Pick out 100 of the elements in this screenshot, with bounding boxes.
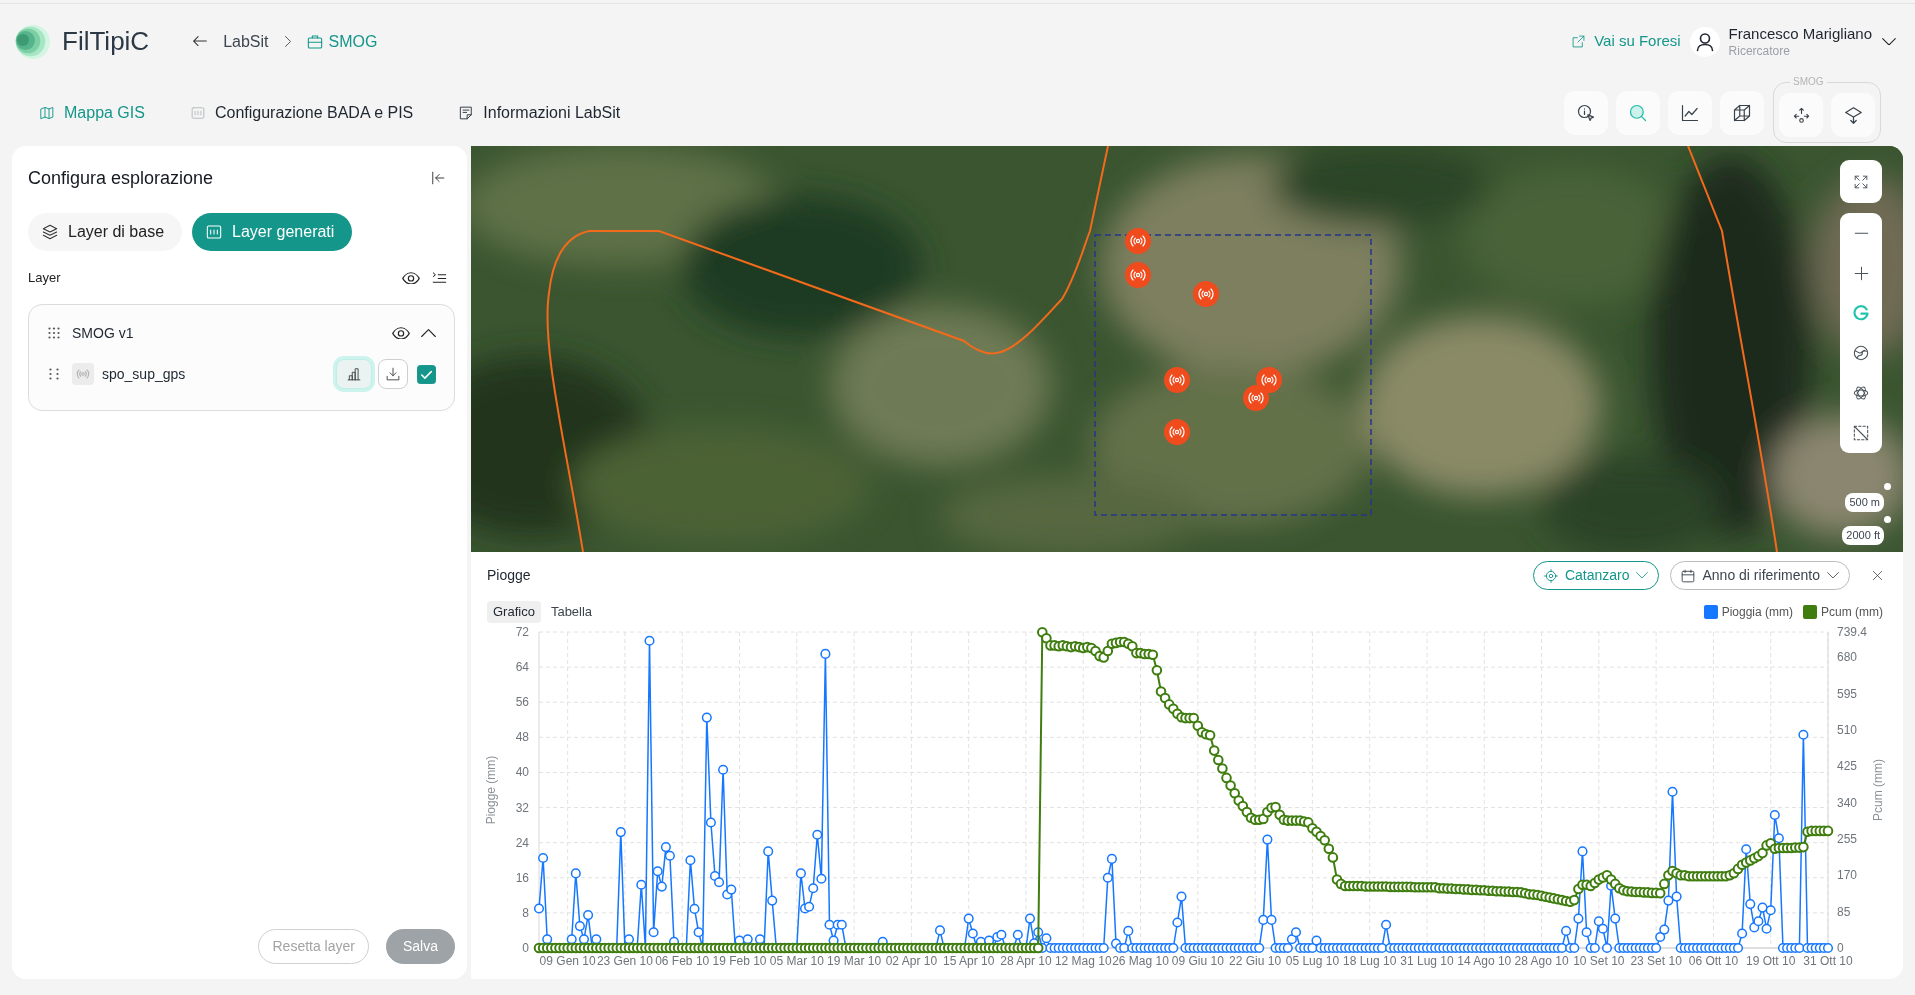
chevron-down-icon (1827, 572, 1839, 579)
axis-tick-label: 85 (1837, 904, 1851, 919)
axis-tick-label: 28 Ago 10 (1514, 954, 1569, 968)
axis-tick-label: 14 Ago 10 (1457, 954, 1512, 968)
chevron-right-icon (284, 36, 291, 47)
layer-download-icon (1844, 106, 1862, 124)
line-chart-icon (1681, 103, 1699, 122)
layer-group-name: SMOG v1 (71, 323, 134, 343)
back-arrow-icon[interactable] (193, 36, 208, 47)
close-icon[interactable] (1872, 570, 1883, 581)
app-name: FilTipiC (62, 25, 150, 58)
tool-button[interactable] (1668, 90, 1712, 135)
bar-chart-icon (347, 367, 361, 381)
axis-tick-label: 05 Mar 10 (769, 954, 824, 968)
axis-tick-label: 15 Apr 10 (943, 954, 995, 968)
external-link-icon (1572, 35, 1586, 48)
axis-tick-label: 06 Ott 10 (1688, 954, 1739, 968)
search-icon (1629, 103, 1647, 122)
panel-icon (206, 224, 223, 240)
axis-tick-label: 02 Apr 10 (885, 954, 938, 968)
download-icon (386, 367, 400, 381)
axis-tick-label: 09 Gen 10 (539, 954, 596, 968)
section-label: Layer (28, 269, 61, 288)
chevron-up-icon[interactable] (421, 328, 436, 338)
user-avatar-icon[interactable] (1689, 26, 1720, 57)
calendar-icon (1681, 568, 1696, 583)
list-indent-icon[interactable] (432, 270, 447, 286)
axis-title: Pcum (mm) (1871, 759, 1885, 821)
axis-tick-label: 10 Set 10 (1573, 954, 1625, 968)
axis-tick-label: 18 Lug 10 (1343, 954, 1397, 968)
eye-icon[interactable] (392, 326, 410, 340)
axis-tick-label: 31 Lug 10 (1400, 954, 1454, 968)
axis-tick-label: 595 (1837, 686, 1858, 701)
axis-tick-label: 05 Lug 10 (1285, 954, 1340, 968)
tool-button[interactable] (1831, 93, 1875, 137)
scale-label: 500 m (1845, 493, 1884, 512)
drag-handle-icon[interactable] (49, 368, 59, 380)
filter-dropdown[interactable]: Anno di riferimento (1670, 561, 1850, 590)
user-role: Ricercatore (1728, 42, 1791, 59)
axis-tick-label: 48 (515, 730, 529, 745)
axis-tick-label: 16 (515, 870, 529, 885)
user-name: Francesco Marigliano (1728, 24, 1872, 43)
legend-label: Pioggia (mm) (1721, 604, 1793, 621)
axis-tick-label: 170 (1837, 868, 1858, 883)
axis-tick-label: 24 (515, 835, 529, 850)
axis-tick-label: 64 (515, 660, 529, 675)
eye-icon[interactable] (402, 271, 420, 285)
tool-button[interactable] (1720, 90, 1764, 135)
axis-tick-label: 32 (515, 800, 529, 815)
chevron-down-icon[interactable] (1882, 37, 1896, 46)
location-icon (1543, 568, 1558, 583)
axis-tick-label: 56 (515, 695, 529, 710)
legend-label: Pcum (mm) (1821, 604, 1883, 621)
axis-tick-label: 09 Giu 10 (1171, 954, 1224, 968)
axis-tick-label: 510 (1837, 723, 1858, 738)
chevron-down-icon (1636, 572, 1649, 579)
panel-title: Configura esplorazione (28, 167, 214, 190)
axis-tick-label: 739.4 (1837, 625, 1868, 639)
axis-tick-label: 72 (515, 625, 529, 639)
info-cursor-icon (1577, 103, 1595, 122)
axis-tick-label: 26 Mag 10 (1112, 954, 1169, 968)
panel-title: Piogge (487, 566, 531, 585)
tool-group-label: SMOG (1790, 76, 1827, 88)
scale-label: 2000 ft (1842, 526, 1884, 545)
layers-icon (42, 224, 58, 240)
sensor-icon (72, 363, 94, 385)
breadcrumb-link[interactable]: LabSit (223, 29, 269, 54)
view-tab[interactable]: Tabella (544, 601, 599, 623)
filter-dropdown[interactable]: Catanzaro (1532, 561, 1660, 590)
axis-tick-label: 425 (1837, 759, 1858, 774)
axis-tick-label: 680 (1837, 650, 1858, 665)
tool-button[interactable] (1564, 90, 1608, 135)
axis-tick-label: 0 (522, 941, 529, 955)
axis-tick-label: 40 (515, 765, 529, 780)
axis-tick-label: 23 Set 10 (1630, 954, 1682, 968)
axis-tick-label: 23 Gen 10 (596, 954, 653, 968)
axis-tick-label: 22 Giu 10 (1229, 954, 1282, 968)
nav-tab[interactable]: Configurazione BADA e PIS (190, 100, 414, 125)
axis-tick-label: 31 Ott 10 (1803, 954, 1853, 968)
layer-name: spo_sup_gps (102, 364, 186, 384)
view-tab[interactable]: Grafico (487, 601, 541, 623)
drag-handle-icon[interactable] (48, 327, 60, 339)
axis-tick-label: 19 Mar 10 (827, 954, 882, 968)
axis-title: Piogge (mm) (484, 755, 498, 825)
segment-button[interactable]: Layer generati (192, 213, 353, 251)
chart-toggle-button[interactable] (336, 359, 372, 389)
axis-tick-label: 19 Feb 10 (712, 954, 767, 968)
collapse-panel-icon[interactable] (431, 171, 445, 185)
axis-tick-label: 12 Mag 10 (1054, 954, 1112, 968)
layer-checkbox[interactable] (417, 364, 436, 384)
segment-button[interactable]: Layer di base (28, 213, 183, 251)
download-button[interactable] (378, 359, 408, 389)
axis-tick-label: 255 (1837, 832, 1858, 846)
axis-tick-label: 06 Feb 10 (655, 954, 710, 968)
axis-tick-label: 0 (1837, 941, 1844, 955)
panel-icon (190, 105, 205, 120)
axis-tick-label: 8 (522, 905, 529, 920)
nav-tab[interactable]: Informazioni LabSit (459, 100, 621, 125)
map-icon (40, 105, 54, 120)
axis-tick-label: 19 Ott 10 (1746, 954, 1796, 968)
